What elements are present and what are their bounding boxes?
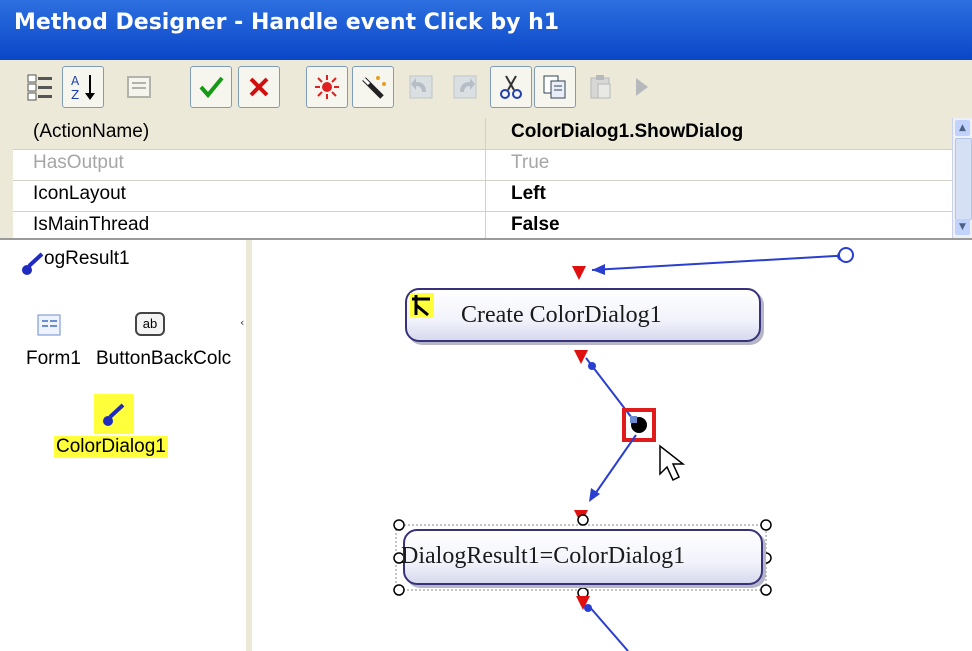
color-dialog-icon: [103, 403, 125, 426]
sort-alpha-button[interactable]: A Z: [62, 66, 104, 108]
link-line[interactable]: [591, 255, 836, 271]
property-value[interactable]: Left: [511, 183, 546, 205]
chevron-left-icon: ‹: [240, 316, 245, 329]
flow-canvas[interactable]: Create ColorDialog1 DialogResult1=ColorD…: [252, 240, 972, 651]
node-label: Create ColorDialog1: [461, 302, 662, 328]
window-title: Method Designer - Handle event Click by …: [14, 10, 560, 35]
button-component-icon: ab: [135, 312, 165, 336]
property-name: (ActionName): [33, 121, 150, 142]
outport-arrow-icon: [574, 350, 588, 364]
cancel-button[interactable]: [238, 66, 280, 108]
inport-arrow-icon: [572, 266, 586, 280]
component-button-label[interactable]: ButtonBackColc: [96, 348, 231, 370]
property-grid: (ActionName) ColorDialog1.ShowDialog Has…: [0, 118, 972, 240]
ok-button[interactable]: [190, 66, 232, 108]
form-icon: [37, 314, 61, 336]
property-pages-button[interactable]: [118, 66, 160, 108]
run-icon: [636, 78, 648, 96]
grid-gutter: [0, 118, 13, 238]
sort-alpha-icon: A Z: [71, 74, 95, 102]
flow-node-dialogresult[interactable]: DialogResult1=ColorDialog1: [401, 529, 763, 585]
property-name: HasOutput: [33, 152, 124, 173]
copy-button[interactable]: [534, 66, 576, 108]
cut-icon: [500, 75, 522, 99]
categorized-button[interactable]: [20, 66, 62, 108]
redo-button[interactable]: [444, 66, 486, 108]
scroll-down-icon[interactable]: ▼: [955, 219, 970, 235]
component-colordialog-label[interactable]: ColorDialog1: [54, 436, 168, 458]
scroll-up-icon[interactable]: ▲: [955, 120, 970, 136]
property-value[interactable]: False: [511, 214, 560, 236]
component-form-label[interactable]: Form1: [26, 348, 81, 370]
component-panel: ogResult1 ab ‹ Form1 ButtonBackColc Colo…: [0, 240, 252, 651]
property-row-hasoutput[interactable]: HasOutput True: [13, 149, 953, 181]
property-value[interactable]: ColorDialog1.ShowDialog: [511, 121, 743, 143]
grid-splitter[interactable]: [485, 118, 486, 238]
categorized-icon: [27, 74, 52, 101]
property-row-ismainthread[interactable]: IsMainThread False: [13, 211, 953, 238]
magic-wand-button[interactable]: [352, 66, 394, 108]
construction-icon: [412, 295, 430, 317]
property-pages-icon: [127, 76, 151, 98]
create-action-icon: [410, 293, 434, 317]
property-name: IconLayout: [33, 183, 126, 204]
mouse-cursor-icon: [659, 444, 686, 482]
undo-icon: [409, 75, 433, 99]
debug-button[interactable]: [306, 66, 348, 108]
paste-button[interactable]: [580, 66, 622, 108]
link-end-handle[interactable]: [838, 247, 854, 263]
magic-wand-icon: [362, 76, 386, 99]
cut-button[interactable]: [490, 66, 532, 108]
svg-text:Z: Z: [71, 88, 79, 102]
redo-icon: [453, 75, 477, 99]
property-name: IsMainThread: [33, 214, 150, 235]
link-arrowhead: [592, 264, 605, 275]
paste-icon: [590, 75, 611, 99]
component-top-label[interactable]: ogResult1: [44, 248, 130, 270]
scroll-thumb[interactable]: [955, 138, 972, 220]
undo-button[interactable]: [400, 66, 442, 108]
colordialog-icon-highlight: [94, 394, 134, 434]
node-label: DialogResult1=ColorDialog1: [401, 543, 686, 569]
debug-icon: [315, 75, 339, 99]
title-bar: Method Designer - Handle event Click by …: [0, 0, 972, 60]
toolbar: A Z: [0, 60, 972, 119]
copy-icon: [543, 75, 566, 99]
cancel-icon: [249, 77, 269, 97]
grid-scrollbar[interactable]: ▲ ▼: [952, 118, 972, 238]
property-row-actionname[interactable]: (ActionName) ColorDialog1.ShowDialog: [13, 118, 953, 150]
property-row-iconlayout[interactable]: IconLayout Left: [13, 180, 953, 212]
flow-node-create[interactable]: Create ColorDialog1: [405, 288, 761, 342]
check-icon: [199, 76, 224, 99]
property-value: True: [511, 152, 550, 173]
svg-text:A: A: [71, 74, 80, 88]
run-button[interactable]: [620, 66, 662, 108]
